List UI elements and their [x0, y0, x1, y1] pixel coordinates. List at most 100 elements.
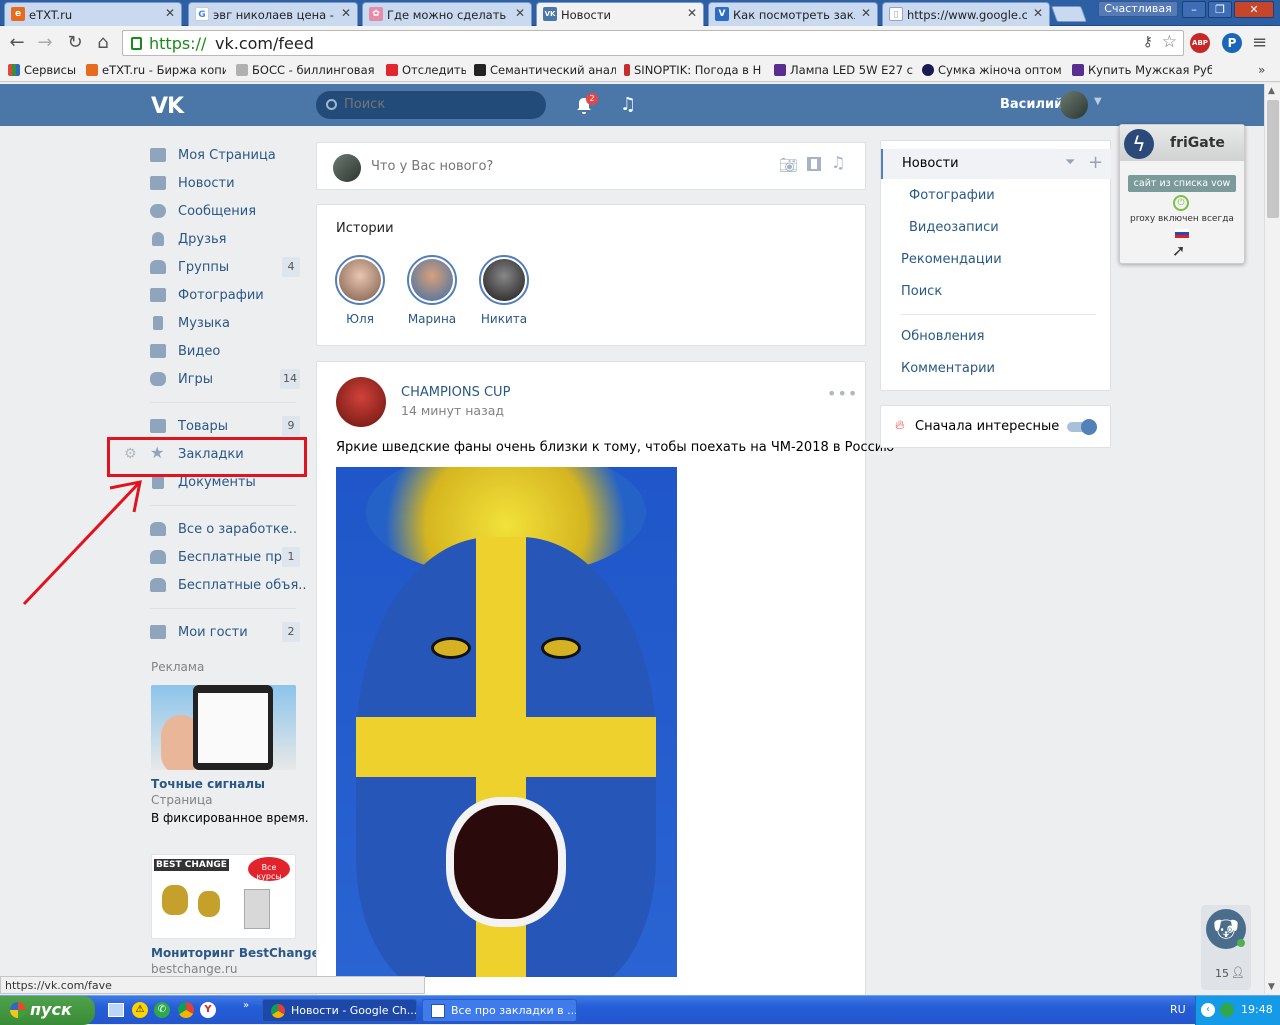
tray-expand-icon[interactable]: ‹ [1201, 1003, 1215, 1017]
address-bar[interactable]: https:// vk.com/feed ⚷ ☆ [122, 30, 1184, 56]
post-photo[interactable] [336, 467, 677, 977]
power-icon[interactable]: ⏻ [1173, 195, 1189, 211]
filter-comments[interactable]: Комментарии [881, 354, 1111, 384]
sidebar-item-group-link[interactable]: Бесплатные пр... 1 [150, 545, 300, 571]
sidebar-item-photos[interactable]: Фотографии [150, 283, 300, 309]
bookmark-item[interactable]: Сервисы [8, 63, 78, 77]
filter-news[interactable]: Новости ⏷ + [881, 149, 1111, 179]
ad-title[interactable]: Мониторинг BestChange [151, 946, 320, 960]
sidebar-item-video[interactable]: Видео [150, 339, 300, 365]
story-item[interactable]: Юля [330, 255, 390, 326]
sidebar-item-music[interactable]: Музыка [150, 311, 300, 337]
bookmark-item[interactable]: Отследить [386, 63, 466, 77]
more-bookmarks-icon[interactable]: » [1258, 63, 1265, 77]
browser-tab-active[interactable]: VK Новости ✕ [536, 2, 704, 27]
reload-icon[interactable]: ↻ [64, 32, 86, 54]
browser-tab[interactable]: G эвг николаев цена - По ✕ [188, 2, 358, 26]
film-icon[interactable] [807, 157, 821, 171]
taskbar-window-word[interactable]: Все про закладки в ... [422, 999, 577, 1022]
filter-recommendations[interactable]: Рекомендации [881, 245, 1111, 275]
tab-close-icon[interactable]: ✕ [515, 6, 525, 20]
music-note-icon[interactable]: ♫ [620, 94, 636, 115]
camera-icon[interactable]: 📷︎ [779, 156, 798, 174]
taskbar-window-chrome[interactable]: Новости - Google Ch... [262, 999, 417, 1022]
tab-close-icon[interactable]: ✕ [165, 6, 175, 20]
key-icon[interactable]: ⚷ [1143, 34, 1153, 50]
story-item[interactable]: Никита [474, 255, 534, 326]
yandex-icon[interactable]: Y [200, 1002, 216, 1018]
sidebar-item-friends[interactable]: Друзья [150, 227, 300, 253]
extension-p-icon[interactable]: P [1222, 33, 1242, 53]
maximize-icon[interactable]: ❐ [1208, 1, 1232, 18]
scroll-up-icon[interactable]: ▲ [1268, 86, 1275, 96]
browser-tab[interactable]: ▯ https://www.google.com ✕ [882, 2, 1050, 26]
sidebar-item-news[interactable]: Новости [150, 171, 300, 197]
sidebar-item-group-link[interactable]: Все о заработке.. [150, 517, 300, 543]
menu-icon[interactable]: ≡ [1252, 32, 1267, 53]
tab-close-icon[interactable]: ✕ [1033, 6, 1043, 20]
back-arrow-icon[interactable]: ← [6, 32, 28, 54]
more-options-icon[interactable]: ••• [827, 384, 858, 403]
network-icon[interactable] [1220, 1003, 1234, 1017]
scroll-down-icon[interactable]: ▼ [1268, 982, 1275, 992]
post-author[interactable]: CHAMPIONS CUP [401, 385, 510, 400]
forward-arrow-icon[interactable]: → [34, 32, 56, 54]
browser-tab[interactable]: V Как посмотреть заклад ✕ [708, 2, 878, 26]
language-indicator[interactable]: RU [1170, 1003, 1186, 1016]
chrome-icon[interactable] [178, 1002, 194, 1018]
filter-icon[interactable]: ⏷ [1065, 155, 1075, 170]
sidebar-item-group-link[interactable]: Бесплатные объя.. [150, 573, 307, 599]
sidebar-item-guests[interactable]: Мои гости 2 [150, 620, 300, 646]
ad-image-phone[interactable] [151, 685, 296, 770]
minimize-icon[interactable]: – [1182, 1, 1206, 18]
filter-photos[interactable]: Фотографии [881, 181, 1111, 211]
ad-image-bestchange[interactable]: BEST CHANGE Все курсы [151, 854, 296, 939]
arrow-up-icon[interactable]: ➚ [1172, 241, 1185, 260]
add-icon[interactable]: + [1088, 152, 1103, 173]
sidebar-item-messages[interactable]: Сообщения [150, 199, 300, 225]
close-window-icon[interactable]: ✕ [1234, 1, 1274, 18]
bookmark-item[interactable]: Семантический анализ [474, 63, 616, 77]
bookmark-star-icon[interactable]: ☆ [1162, 32, 1177, 52]
search-box[interactable] [316, 91, 546, 119]
filter-updates[interactable]: Обновления [881, 322, 1111, 352]
sidebar-item-groups[interactable]: Группы 4 [150, 255, 300, 281]
browser-tab[interactable]: ✿ Где можно сделать реб ✕ [362, 2, 532, 26]
sidebar-item-my-page[interactable]: Моя Страница [150, 143, 300, 169]
post-time[interactable]: 14 минут назад [401, 403, 504, 418]
post-author-avatar[interactable] [336, 377, 386, 427]
home-icon[interactable]: ⌂ [92, 32, 114, 54]
chevron-down-icon[interactable]: ▼ [1094, 96, 1102, 107]
sidebar-item-games[interactable]: Игры 14 [150, 367, 300, 393]
page-scrollbar[interactable]: ▲ ▼ [1264, 84, 1280, 994]
new-tab-button[interactable] [1051, 6, 1087, 22]
frigate-site-button[interactable]: сайт из списка vow [1128, 175, 1236, 192]
tab-close-icon[interactable]: ✕ [861, 6, 871, 20]
show-desktop-icon[interactable] [108, 1003, 124, 1017]
bookmark-item[interactable]: SINOPTIK: Погода в Ни [624, 63, 762, 77]
post-input[interactable] [371, 159, 671, 174]
scrollbar-thumb[interactable] [1267, 100, 1279, 218]
filter-search[interactable]: Поиск [881, 277, 1111, 307]
bookmark-item[interactable]: eTXT.ru - Биржа копир [86, 63, 226, 77]
bookmark-item[interactable]: Лампа LED 5W E27 свет [774, 63, 914, 77]
expand-icon[interactable]: » [243, 1000, 249, 1011]
tab-close-icon[interactable]: ✕ [687, 6, 697, 20]
bookmark-item[interactable]: Сумка жіноча оптом 12 [922, 63, 1064, 77]
filter-videos[interactable]: Видеозаписи [881, 213, 1111, 243]
search-input[interactable] [344, 97, 534, 112]
quick-launch-icon[interactable]: ⚠ [132, 1002, 148, 1018]
music-note-icon[interactable]: ♫ [831, 153, 845, 172]
adblock-extension-icon[interactable]: ABP [1190, 33, 1210, 53]
ad-title[interactable]: Точные сигналы [151, 777, 265, 791]
tab-close-icon[interactable]: ✕ [341, 6, 351, 20]
user-name[interactable]: Василий [1000, 97, 1063, 112]
avatar[interactable] [1060, 91, 1088, 119]
interesting-first-toggle[interactable] [1067, 419, 1097, 435]
whatsapp-icon[interactable]: ✆ [154, 1002, 170, 1018]
start-button[interactable]: пуск [0, 996, 95, 1025]
browser-tab[interactable]: e eTXT.ru ✕ [4, 2, 182, 26]
bookmark-item[interactable]: Купить Мужская Рубаш [1072, 63, 1212, 77]
vk-logo[interactable]: VK [151, 94, 184, 119]
browser-profile-button[interactable]: Счастливая [1098, 1, 1178, 17]
